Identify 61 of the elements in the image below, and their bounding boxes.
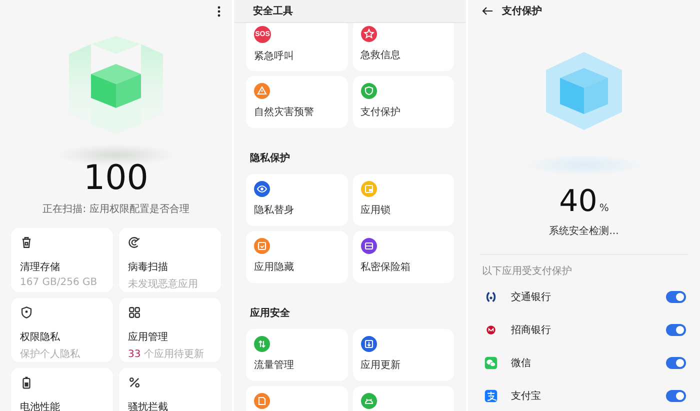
card-subtitle: 未发现恶意应用 [128,278,199,291]
feature-card[interactable]: 清理存储 167 GB/256 GB [11,228,113,292]
radar-icon [128,236,141,249]
section-heading: 隐私保护 [249,151,291,166]
tool-card[interactable]: 流量管理 [246,329,348,381]
scan-status: 正在扫描: 应用权限配置是否合理 [42,202,190,216]
tool-label: 应用锁 [360,204,392,217]
card-subtitle: 167 GB/256 GB [20,277,98,288]
trash-icon [20,236,33,249]
bank-logo-icon [484,322,498,336]
check-status: 系统安全检测... [549,224,619,238]
toggle-switch[interactable] [666,290,686,302]
percent-sign: % [599,203,609,214]
toggle-switch[interactable] [666,324,686,336]
card-title: 应用管理 [128,330,169,344]
card-subtitle: 33 个应用待更新 [128,348,205,361]
card-title: 病毒扫描 [128,260,169,274]
app-name: 微信 [511,356,532,370]
tool-label: 支付保护 [360,106,402,119]
more-options-icon[interactable] [217,6,221,17]
card-title: 权限隐私 [20,330,61,344]
tool-card[interactable]: 自然灾害预警 [246,76,348,128]
tool-card[interactable]: 应用更新 [352,329,454,381]
percent-icon [128,376,141,389]
tool-card[interactable]: 应用隐藏 [246,231,348,283]
tool-label: 隐私替身 [254,204,295,217]
tool-label: 急救信息 [360,48,402,62]
feature-card[interactable]: 电池性能 [11,368,113,411]
feature-card[interactable]: 应用管理 33 个应用待更新 [119,298,221,362]
battery-icon [20,376,33,389]
app-name: 交通银行 [511,290,552,304]
tool-label: 流量管理 [254,358,295,372]
tool-label: 应用隐藏 [254,260,295,274]
security-score: 100 [84,160,148,196]
tool-label: 应用更新 [360,358,402,372]
tool-label: 紧急呼叫 [254,50,295,63]
chat-bubbles-icon [484,356,498,370]
card-title: 电池性能 [20,400,61,411]
tool-card[interactable]: 私密保险箱 [352,231,454,283]
toggle-switch[interactable] [666,390,686,402]
tool-label: 私密保险箱 [360,260,412,274]
tool-card[interactable]: 隐私替身 [246,174,348,226]
card-subtitle: 保护个人隐私 [20,348,81,361]
payment-app-icon [484,388,498,402]
feature-card[interactable]: 权限隐私 保护个人隐私 [11,298,113,362]
progress-percent: 40 [559,186,598,218]
tool-label: 自然灾害预警 [254,106,315,119]
section-heading: 应用安全 [249,306,291,321]
list-heading: 以下应用受支付保护 [481,264,573,279]
toggle-switch[interactable] [666,356,686,368]
tool-card[interactable]: 支付保护 [352,76,454,128]
app-name: 支付宝 [511,390,542,402]
app-name: 招商银行 [511,324,552,336]
page-title: 支付保护 [502,4,542,18]
card-title: 清理存储 [20,260,61,274]
tool-card[interactable]: 应用锁 [352,174,454,226]
bank-logo-icon [484,290,498,304]
feature-card[interactable]: 病毒扫描 未发现恶意应用 [119,228,221,292]
back-icon[interactable] [482,7,493,15]
shield-icon [20,306,33,319]
grid-icon [128,306,141,319]
